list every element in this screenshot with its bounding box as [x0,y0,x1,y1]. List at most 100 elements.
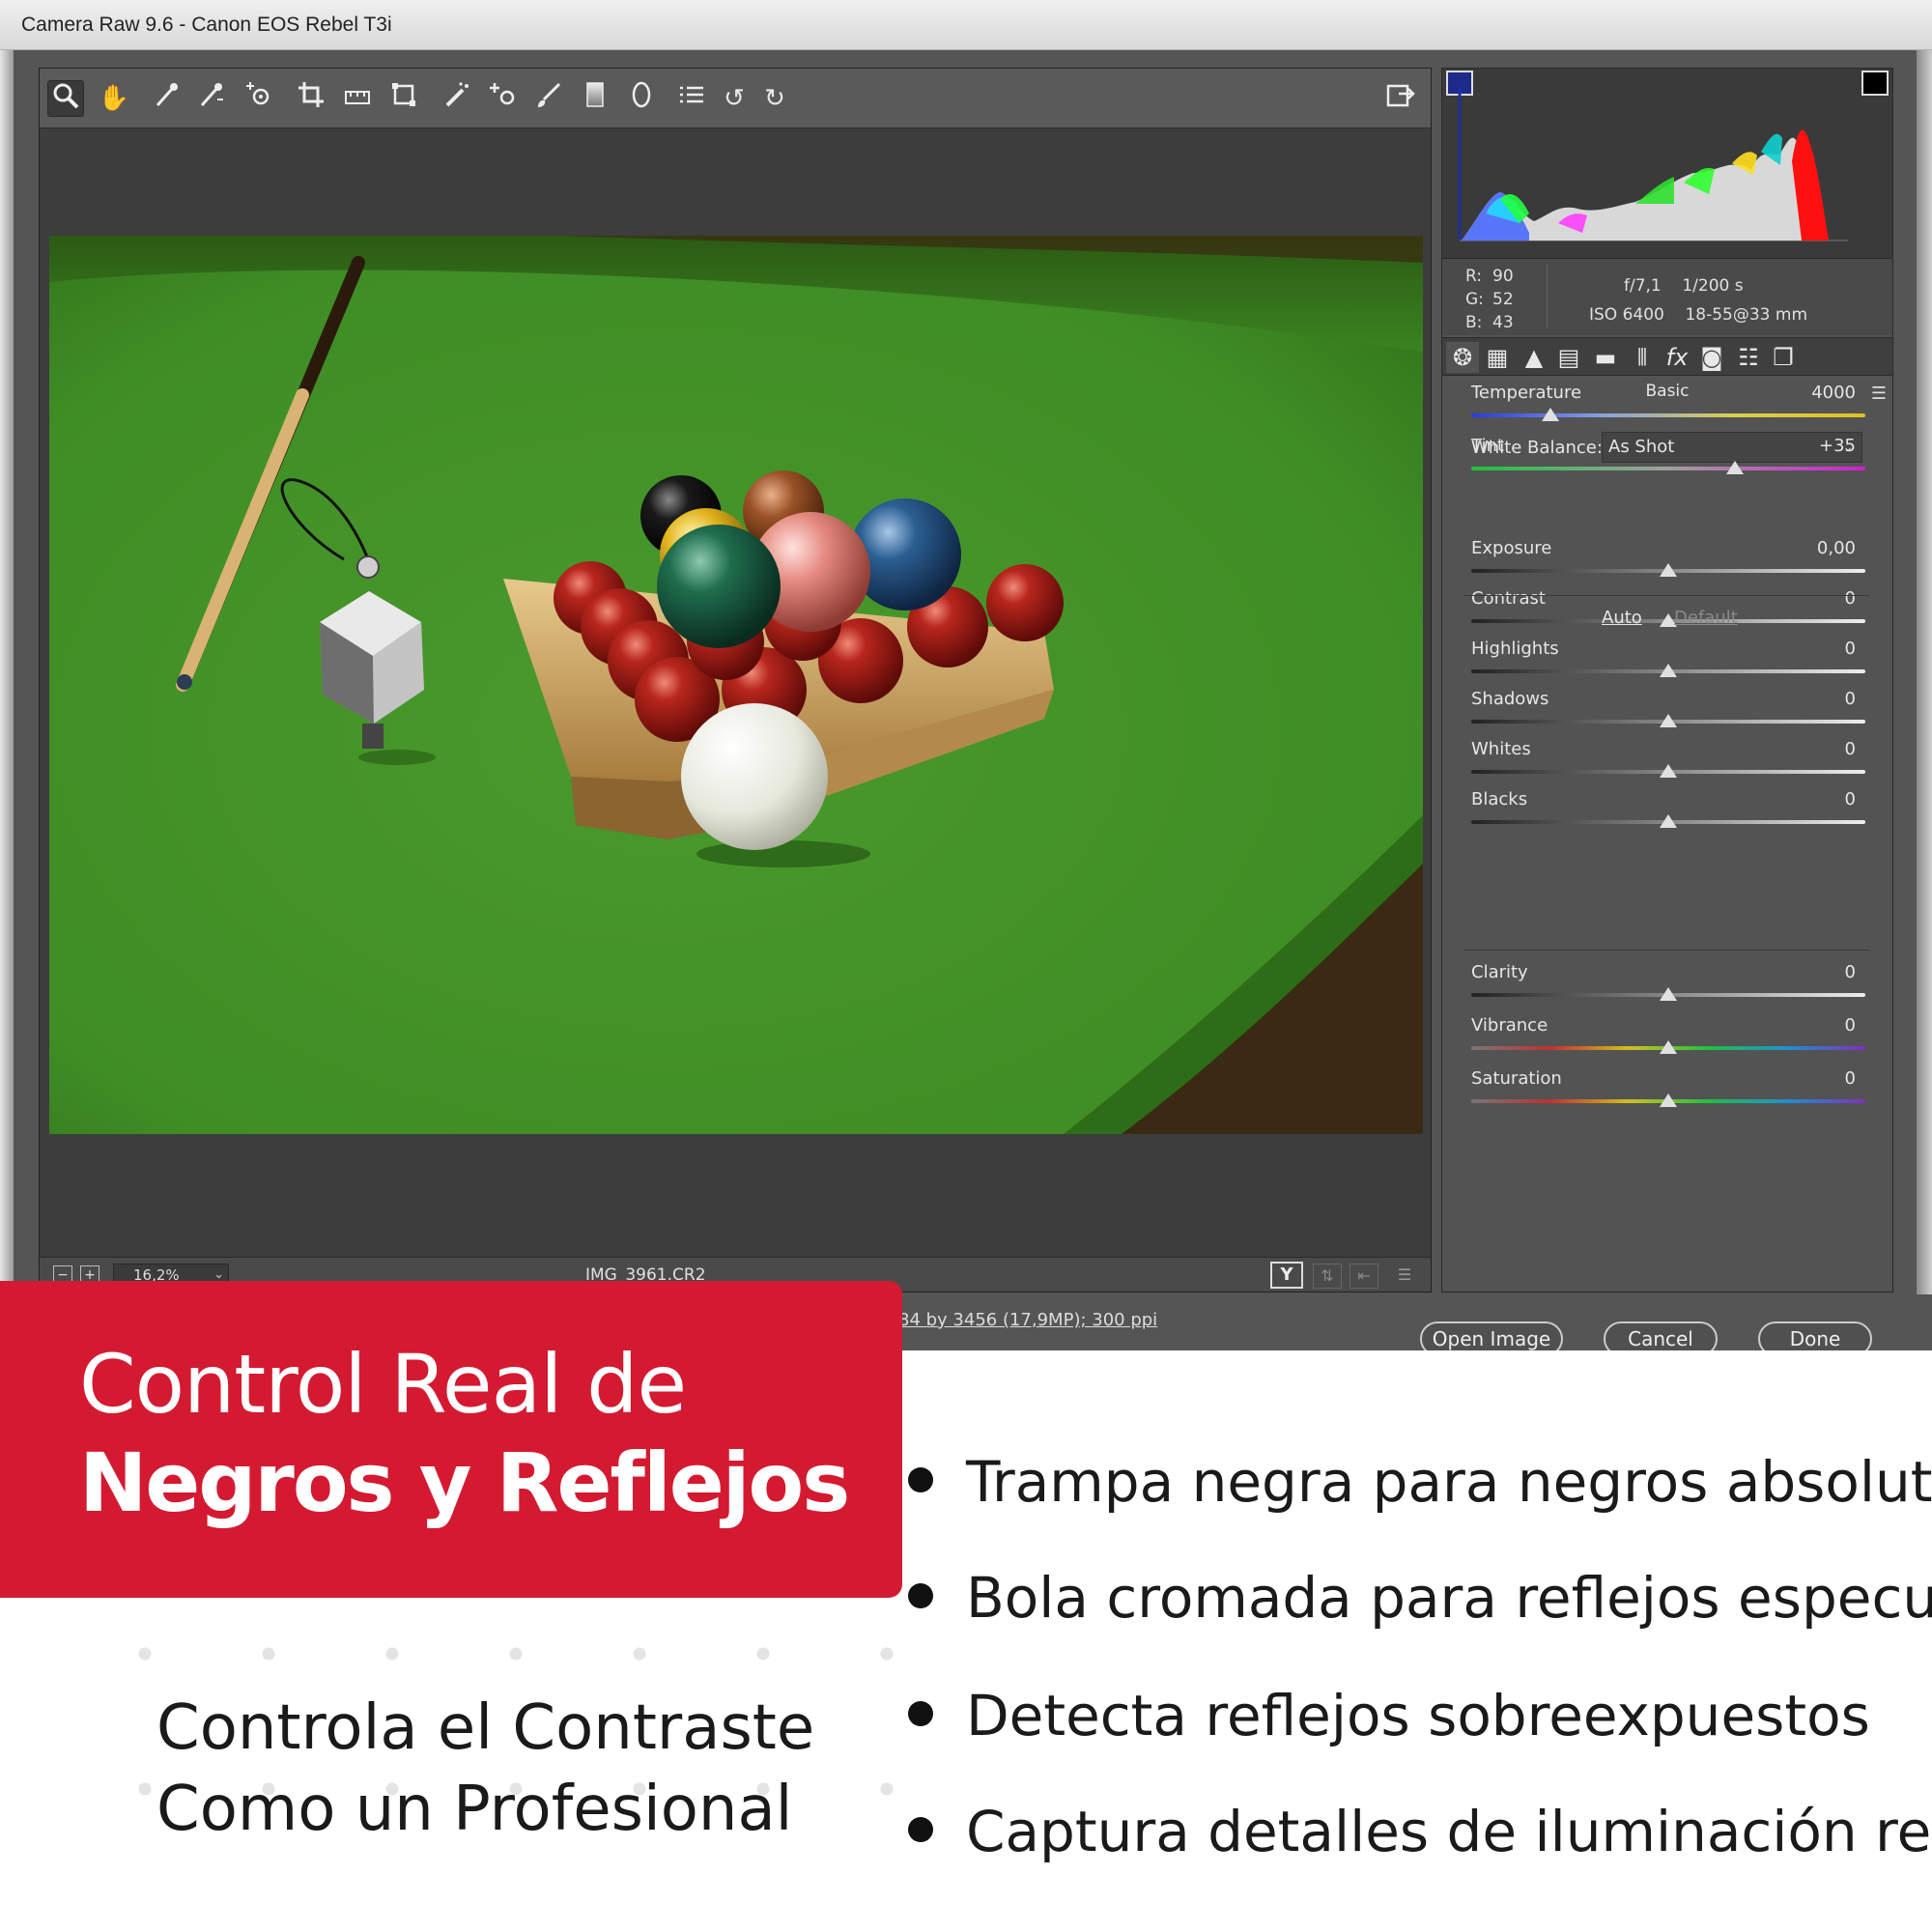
slider-thumb[interactable] [1660,563,1677,577]
snapshots-tab-icon[interactable]: ❐ [1767,342,1800,373]
slider-thumb[interactable] [1660,714,1677,727]
split-toning-tab-icon[interactable]: ▬ [1589,342,1622,373]
slider-label: Exposure [1471,538,1552,558]
cancel-button[interactable]: Cancel [1604,1321,1718,1352]
slider-value-field[interactable]: 0,00 [1778,538,1856,558]
feature-text: Detecta reflejos sobreexpuestos [966,1683,1870,1748]
window-title: Camera Raw 9.6 - Canon EOS Rebel T3i [21,14,392,36]
rotate-right-icon[interactable]: ↻ [756,80,793,117]
slider-track[interactable] [1471,413,1865,417]
white-balance-icon[interactable] [148,80,185,117]
tagline-line-1: Controla el Contraste [156,1692,815,1764]
feature-text: Trampa negra para negros absolutos [966,1449,1932,1515]
slider-value-field[interactable]: 0 [1778,789,1856,810]
before-after-toggle[interactable]: Y [1270,1262,1303,1289]
slider-value-field[interactable]: +35 [1778,436,1856,456]
slider-label: Temperature [1471,383,1582,403]
lens-corrections-tab-icon[interactable]: ⦀ [1626,342,1659,373]
workflow-options-link[interactable]: 84 by 3456 (17,9MP); 300 ppi [898,1310,1157,1330]
slider-value-field[interactable]: 0 [1778,739,1856,759]
slider-blacks[interactable]: Blacks 0 [1471,789,1865,838]
page-root: Camera Raw 9.6 - Canon EOS Rebel T3i ✋ ↺… [0,0,1932,1932]
slider-value-field[interactable]: 0 [1778,588,1856,609]
targeted-adjustment-icon[interactable] [241,80,277,117]
tone-curve-tab-icon[interactable]: ▦ [1481,342,1514,373]
panel-tabs: ❂ ▦ ▲ ▤ ▬ ⦀ fx ◙ ☷ ❐ [1442,337,1892,376]
panel-menu-icon[interactable]: ☰ [1871,384,1887,404]
basic-tab-icon[interactable]: ❂ [1446,342,1479,373]
auto-link[interactable]: Auto [1602,608,1642,628]
feature-item: Trampa negra para negros absolutos [908,1449,1932,1515]
open-image-button[interactable]: Open Image [1420,1321,1563,1352]
slider-label: Highlights [1471,639,1559,659]
zoom-icon[interactable] [47,80,84,117]
hsl-tab-icon[interactable]: ▤ [1552,342,1585,373]
default-link[interactable]: Default [1674,608,1738,628]
preview-preferences-icon[interactable]: ☰ [1390,1264,1419,1289]
blue-value: 43 [1492,313,1514,332]
presets-tab-icon[interactable]: ☷ [1732,342,1765,373]
camera-calibration-tab-icon[interactable]: ◙ [1695,342,1728,373]
slider-thumb[interactable] [1660,1040,1677,1054]
preview-pane: ✋ ↺ ↻ − + 16,2% ⌄ IMG_3961.CR2 Y ⇅ ⇤ ☰ [39,68,1432,1293]
slider-whites[interactable]: Whites 0 [1471,739,1865,787]
swap-settings-icon[interactable]: ⇅ [1313,1264,1342,1289]
slider-thumb[interactable] [1660,987,1677,1001]
window-border-left [0,50,14,1352]
hand-icon[interactable]: ✋ [96,80,132,117]
slider-thumb[interactable] [1660,814,1677,828]
red-label: R: [1465,267,1483,286]
rgb-readout: R: 90 G: 52 B: 43 f/7,1 1/200 s ISO 6400 18… [1442,258,1892,335]
straighten-icon[interactable] [339,80,376,117]
fullscreen-icon[interactable] [1382,80,1419,117]
slider-temperature[interactable]: Temperature 4000 [1471,383,1865,431]
adjustment-brush-icon[interactable] [530,80,567,117]
bullet-icon [908,1816,933,1842]
radial-filter-icon[interactable] [623,80,660,117]
slider-exposure[interactable]: Exposure 0,00 [1471,538,1865,586]
slider-label: Vibrance [1471,1015,1548,1036]
headline-line-1: Control Real de [79,1337,687,1432]
slider-label: Saturation [1471,1068,1562,1089]
red-eye-icon[interactable] [484,80,521,117]
spot-removal-icon[interactable] [440,80,476,117]
copy-settings-icon[interactable]: ⇤ [1350,1264,1378,1289]
preferences-icon[interactable] [673,80,710,117]
slider-track[interactable] [1471,467,1865,470]
slider-value-field[interactable]: 0 [1778,1015,1856,1036]
histogram-graph [1458,88,1848,242]
rotate-left-icon[interactable]: ↺ [716,80,753,117]
slider-value-field[interactable]: 0 [1778,689,1856,709]
slider-value-field[interactable]: 0 [1778,962,1856,982]
effects-tab-icon[interactable]: fx [1661,342,1693,373]
red-value: 90 [1492,267,1514,286]
slider-thumb[interactable] [1660,664,1677,677]
blue-label: B: [1465,313,1483,332]
graduated-filter-icon[interactable] [577,80,613,117]
blue-readout: B: 43 [1465,313,1520,332]
crop-icon[interactable] [293,80,329,117]
slider-thumb[interactable] [1541,408,1559,421]
slider-value-field[interactable]: 0 [1778,1068,1856,1089]
done-button[interactable]: Done [1758,1321,1872,1352]
slider-shadows[interactable]: Shadows 0 [1471,689,1865,737]
red-readout: R: 90 [1465,267,1520,286]
slider-tint[interactable]: Tint +35 [1471,436,1865,484]
slider-thumb[interactable] [1726,461,1745,474]
feature-item: Bola cromada para reflejos especulares [908,1565,1932,1631]
slider-value-field[interactable]: 4000 [1778,383,1856,403]
slider-thumb[interactable] [1660,764,1677,778]
detail-tab-icon[interactable]: ▲ [1518,342,1550,373]
slider-highlights[interactable]: Highlights 0 [1471,639,1865,687]
slider-vibrance[interactable]: Vibrance 0 [1471,1015,1865,1064]
slider-saturation[interactable]: Saturation 0 [1471,1068,1865,1117]
slider-thumb[interactable] [1660,1094,1677,1107]
slider-label: Clarity [1471,962,1528,982]
slider-label: Shadows [1471,689,1549,709]
bullet-icon [908,1582,933,1608]
transform-icon[interactable] [385,80,422,117]
slider-value-field[interactable]: 0 [1778,639,1856,659]
color-sampler-icon[interactable] [192,80,229,117]
title-bar: Camera Raw 9.6 - Canon EOS Rebel T3i [0,0,1932,50]
slider-clarity[interactable]: Clarity 0 [1471,962,1865,1010]
